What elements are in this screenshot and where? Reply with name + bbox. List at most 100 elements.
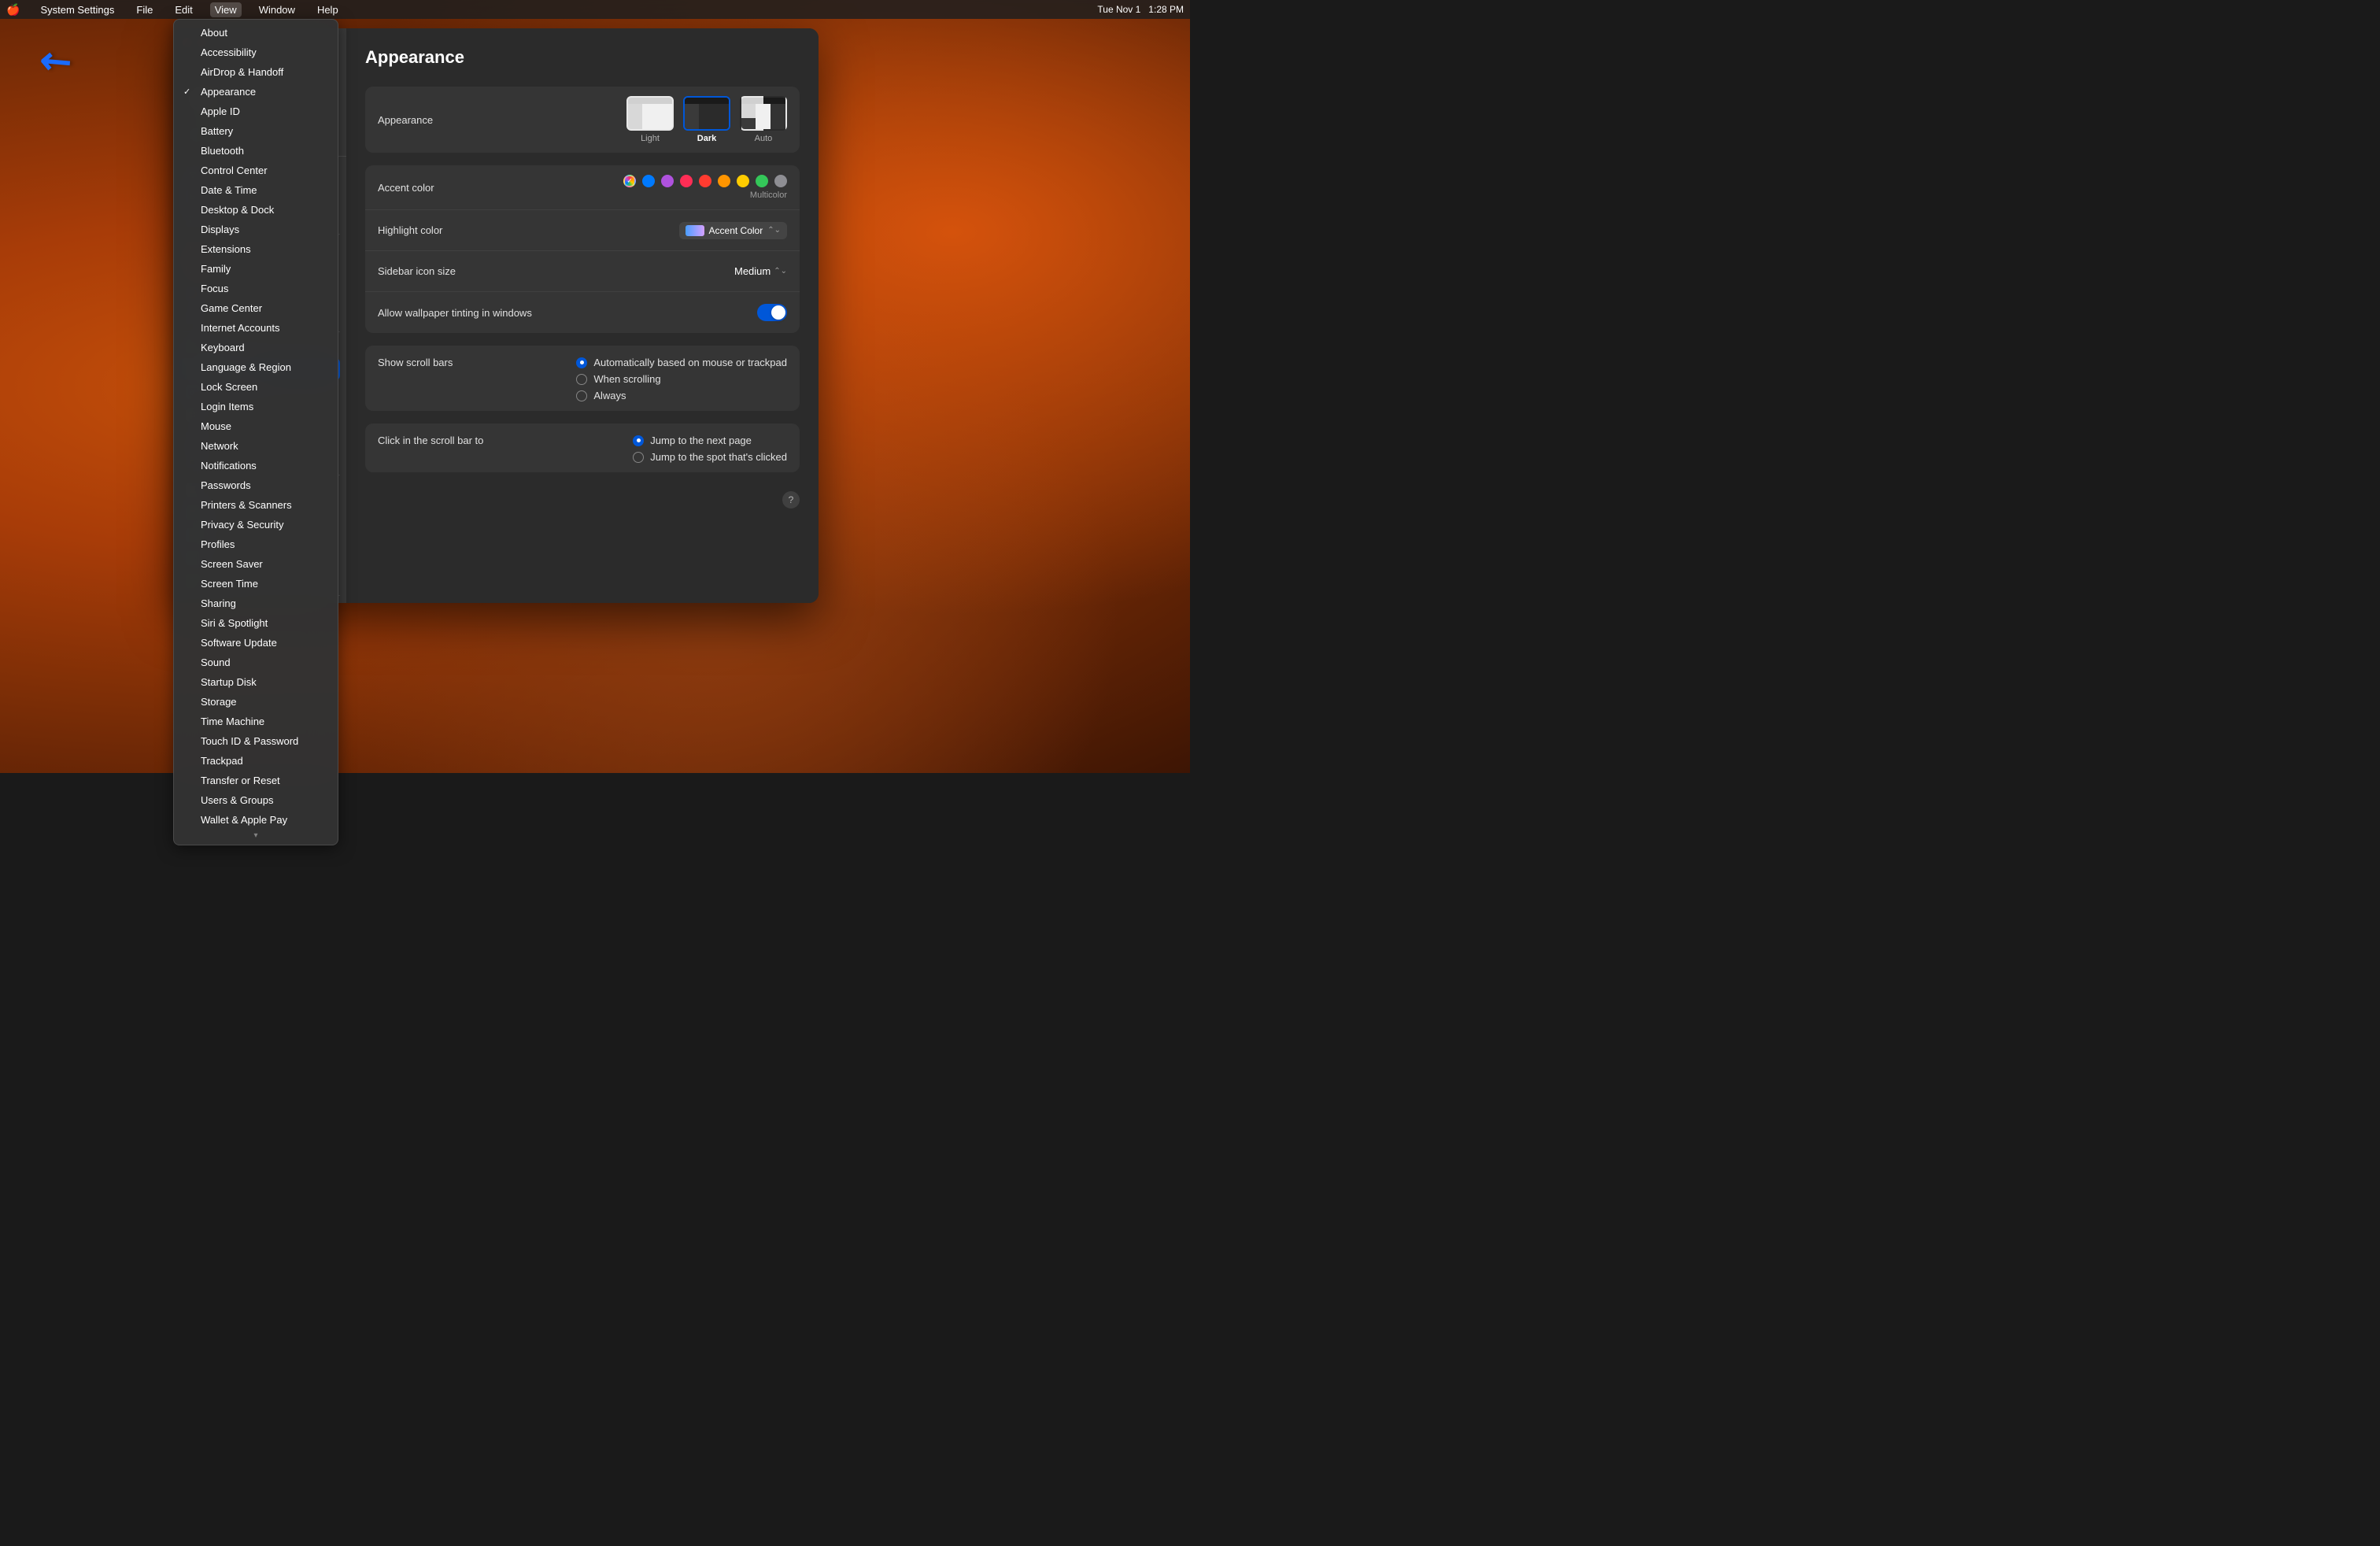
view-menu-item-keyboard[interactable]: Keyboard [174,338,338,357]
sidebar-icon-size-dropdown[interactable]: Medium ⌃⌄ [734,265,787,277]
view-menu-label-network: Network [201,440,238,452]
accent-selected-label: Multicolor [750,190,787,200]
accent-yellow[interactable] [737,175,749,187]
accent-graphite[interactable] [774,175,787,187]
apple-logo-icon[interactable]: 🍎 [6,3,20,17]
dark-thumb-content [685,104,729,131]
view-menu-item-displays[interactable]: Displays [174,220,338,239]
view-menu-item-transfer-reset[interactable]: Transfer or Reset [174,771,338,790]
click-scroll-next-page[interactable]: Jump to the next page [633,435,787,446]
radio-spot-label: Jump to the spot that's clicked [650,451,787,463]
radio-next-page-label: Jump to the next page [650,435,752,446]
appearance-auto[interactable]: Auto [740,96,787,143]
view-menu-item-accessibility[interactable]: Accessibility [174,43,338,62]
menubar-time: Tue Nov 1 1:28 PM [1097,4,1184,15]
menu-window[interactable]: Window [254,2,300,17]
view-menu-item-sound[interactable]: Sound [174,653,338,672]
view-menu-item-touch-id[interactable]: Touch ID & Password [174,731,338,751]
click-scroll-spot[interactable]: Jump to the spot that's clicked [633,451,787,463]
view-menu-item-focus[interactable]: Focus [174,279,338,298]
view-menu-item-date-time[interactable]: Date & Time [174,180,338,200]
view-menu-item-login-items[interactable]: Login Items [174,397,338,416]
view-menu-label-touch-id: Touch ID & Password [201,735,298,747]
sidebar-icon-size-value: Medium [734,265,771,277]
radio-scrolling-circle [576,374,587,385]
view-menu-label-siri: Siri & Spotlight [201,617,268,629]
menu-edit[interactable]: Edit [170,2,197,17]
view-menu-item-about[interactable]: About [174,23,338,43]
view-menu-item-trackpad[interactable]: Trackpad [174,751,338,771]
light-thumb[interactable] [626,96,674,131]
view-menu-item-extensions[interactable]: Extensions [174,239,338,259]
view-menu-item-startup-disk[interactable]: Startup Disk [174,672,338,692]
scroll-bars-scrolling[interactable]: When scrolling [576,373,787,385]
page-title: Appearance [365,47,800,68]
view-menu-label-transfer-reset: Transfer or Reset [201,775,280,786]
view-menu-label-wallet: Wallet & Apple Pay [201,814,287,826]
light-thumb-content [628,104,672,131]
view-menu-item-siri[interactable]: Siri & Spotlight [174,613,338,633]
highlight-color-label: Highlight color [378,224,679,236]
radio-auto-circle [576,357,587,368]
view-menu-item-wallet[interactable]: Wallet & Apple Pay [174,810,338,830]
view-menu-item-notifications[interactable]: Notifications [174,456,338,475]
accent-pink[interactable] [680,175,693,187]
auto-thumb[interactable] [740,96,787,131]
view-menu-item-desktop-dock[interactable]: Desktop & Dock [174,200,338,220]
view-menu-item-appearance[interactable]: ✓ Appearance [174,82,338,102]
view-menu-item-sharing[interactable]: Sharing [174,594,338,613]
view-menu-item-users-groups[interactable]: Users & Groups [174,790,338,810]
view-menu-item-mouse[interactable]: Mouse [174,416,338,436]
view-menu-item-storage[interactable]: Storage [174,692,338,712]
view-menu-item-software-update[interactable]: Software Update [174,633,338,653]
view-menu-item-profiles[interactable]: Profiles [174,534,338,554]
scroll-bars-auto[interactable]: Automatically based on mouse or trackpad [576,357,787,368]
view-menu-label-desktop-dock: Desktop & Dock [201,204,274,216]
view-menu-item-screen-saver[interactable]: Screen Saver [174,554,338,574]
appearance-dark[interactable]: Dark [683,96,730,143]
view-menu-item-airdrop[interactable]: AirDrop & Handoff [174,62,338,82]
view-menu-item-internet-accounts[interactable]: Internet Accounts [174,318,338,338]
menu-system-settings[interactable]: System Settings [35,2,119,17]
menu-help[interactable]: Help [312,2,343,17]
menu-file[interactable]: File [131,2,157,17]
view-menu-item-language-region[interactable]: Language & Region [174,357,338,377]
view-menu-item-screen-time[interactable]: Screen Time [174,574,338,594]
view-menu-item-control-center[interactable]: Control Center [174,161,338,180]
view-menu-item-game-center[interactable]: Game Center [174,298,338,318]
appearance-light[interactable]: Light [626,96,674,143]
menubar: 🍎 System Settings File Edit View Window … [0,0,1190,19]
light-thumb-main [642,104,672,131]
view-menu-item-time-machine[interactable]: Time Machine [174,712,338,731]
view-menu-label-notifications: Notifications [201,460,257,472]
wallpaper-tinting-toggle[interactable] [757,304,787,321]
view-menu-label-login-items: Login Items [201,401,253,412]
help-button[interactable]: ? [782,491,800,509]
scroll-bars-always[interactable]: Always [576,390,787,401]
highlight-color-select[interactable]: Accent Color ⌃⌄ [679,222,787,239]
view-menu-item-privacy[interactable]: Privacy & Security [174,515,338,534]
view-menu-item-bluetooth[interactable]: Bluetooth [174,141,338,161]
view-menu-item-printers[interactable]: Printers & Scanners [174,495,338,515]
accent-multicolor[interactable] [623,175,636,187]
accent-red[interactable] [699,175,711,187]
view-menu-item-family[interactable]: Family [174,259,338,279]
view-menu-label-privacy: Privacy & Security [201,519,283,531]
accent-green[interactable] [756,175,768,187]
view-menu-label-displays: Displays [201,224,239,235]
view-menu-label-screen-time: Screen Time [201,578,258,590]
view-menu-item-lock-screen[interactable]: Lock Screen [174,377,338,397]
dark-thumb[interactable] [683,96,730,131]
content-area: Appearance Appearance Ligh [346,28,819,603]
wallpaper-tinting-row: Allow wallpaper tinting in windows [365,292,800,333]
accent-purple[interactable] [661,175,674,187]
accent-blue[interactable] [642,175,655,187]
view-menu-item-apple-id[interactable]: Apple ID [174,102,338,121]
accent-orange[interactable] [718,175,730,187]
wallpaper-tinting-label: Allow wallpaper tinting in windows [378,307,757,319]
view-menu-item-network[interactable]: Network [174,436,338,456]
accent-color-label: Accent color [378,182,623,194]
menu-view[interactable]: View [210,2,242,17]
view-menu-item-passwords[interactable]: Passwords [174,475,338,495]
view-menu-item-battery[interactable]: Battery [174,121,338,141]
